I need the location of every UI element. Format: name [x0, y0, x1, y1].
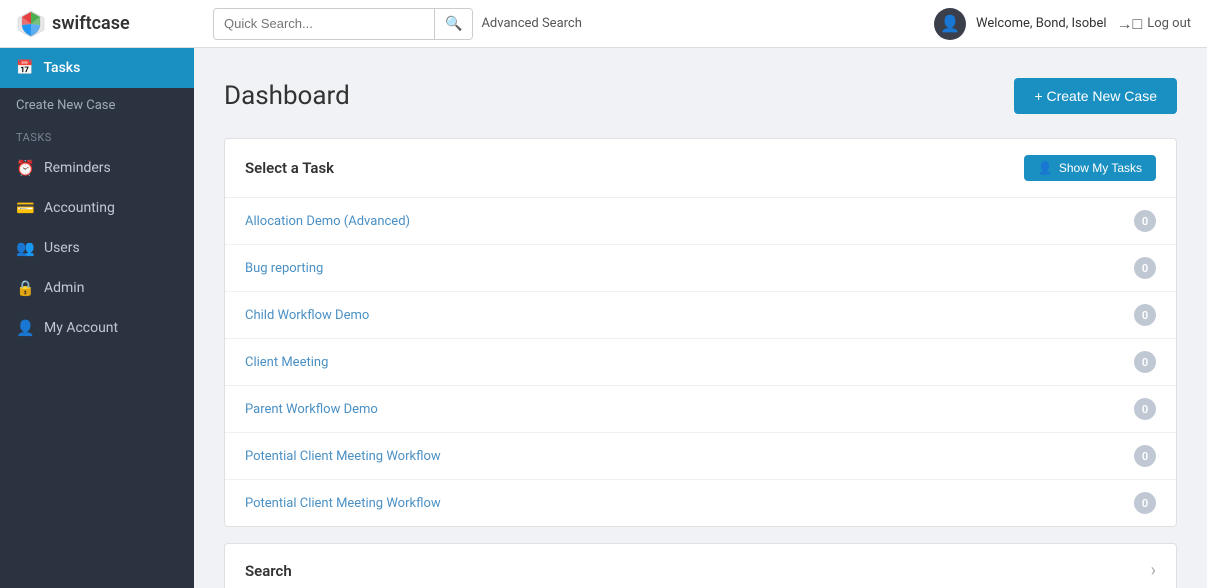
sidebar-tasks-label: Tasks [43, 60, 80, 76]
users-icon: 👥 [16, 239, 34, 257]
sidebar-item-accounting[interactable]: 💳 Accounting [0, 188, 194, 228]
task-row[interactable]: Allocation Demo (Advanced) 0 [225, 198, 1176, 245]
task-name: Allocation Demo (Advanced) [245, 214, 410, 229]
sidebar-tasks-section: Tasks [0, 123, 194, 148]
task-list: Allocation Demo (Advanced) 0 Bug reporti… [225, 198, 1176, 526]
task-count-badge: 0 [1134, 257, 1156, 279]
task-name: Child Workflow Demo [245, 308, 369, 323]
task-count-badge: 0 [1134, 492, 1156, 514]
sidebar-item-my-account[interactable]: 👤 My Account [0, 308, 194, 348]
logo-icon [16, 9, 46, 39]
search-input[interactable] [214, 9, 434, 39]
sidebar-item-tasks-active[interactable]: 📅 Tasks [0, 48, 194, 88]
sidebar-item-users[interactable]: 👥 Users [0, 228, 194, 268]
welcome-text: Welcome, Bond, Isobel [976, 16, 1107, 31]
accounting-icon: 💳 [16, 199, 34, 217]
task-name: Bug reporting [245, 261, 323, 276]
task-name: Parent Workflow Demo [245, 402, 378, 417]
logout-icon: →□ [1117, 14, 1143, 34]
sidebar-users-label: Users [44, 240, 80, 256]
task-count-badge: 0 [1134, 351, 1156, 373]
task-row[interactable]: Bug reporting 0 [225, 245, 1176, 292]
task-row[interactable]: Child Workflow Demo 0 [225, 292, 1176, 339]
task-name: Potential Client Meeting Workflow [245, 496, 441, 511]
advanced-search-link[interactable]: Advanced Search [481, 16, 581, 31]
show-my-tasks-label: Show My Tasks [1059, 161, 1142, 175]
reminders-icon: ⏰ [16, 159, 34, 177]
task-count-badge: 0 [1134, 445, 1156, 467]
task-row[interactable]: Potential Client Meeting Workflow 0 [225, 480, 1176, 526]
search-button[interactable]: 🔍 [434, 9, 472, 39]
logo-area: swiftcase [16, 9, 201, 39]
admin-icon: 🔒 [16, 279, 34, 297]
logout-area[interactable]: →□ Log out [1117, 14, 1191, 34]
sidebar-reminders-label: Reminders [44, 160, 111, 176]
sidebar-item-reminders[interactable]: ⏰ Reminders [0, 148, 194, 188]
app-name: swiftcase [52, 13, 130, 34]
task-row[interactable]: Parent Workflow Demo 0 [225, 386, 1176, 433]
logout-label[interactable]: Log out [1147, 16, 1191, 31]
search-card-row[interactable]: Search › [225, 544, 1176, 588]
task-card-header: Select a Task 👤 Show My Tasks [225, 139, 1176, 198]
task-row[interactable]: Potential Client Meeting Workflow 0 [225, 433, 1176, 480]
task-count-badge: 0 [1134, 304, 1156, 326]
search-card-label: Search [245, 562, 292, 580]
sidebar-create-new-case-link[interactable]: Create New Case [0, 88, 194, 123]
my-account-icon: 👤 [16, 319, 34, 337]
sidebar-accounting-label: Accounting [44, 200, 115, 216]
task-name: Client Meeting [245, 355, 328, 370]
topbar: swiftcase 🔍 Advanced Search 👤 Welcome, B… [0, 0, 1207, 48]
create-new-case-button[interactable]: + Create New Case [1014, 78, 1177, 114]
page-header: Dashboard + Create New Case [224, 78, 1177, 114]
user-area: 👤 Welcome, Bond, Isobel →□ Log out [934, 8, 1191, 40]
task-count-badge: 0 [1134, 398, 1156, 420]
task-name: Potential Client Meeting Workflow [245, 449, 441, 464]
task-count-badge: 0 [1134, 210, 1156, 232]
sidebar-item-admin[interactable]: 🔒 Admin [0, 268, 194, 308]
layout: 📅 Tasks Create New Case Tasks ⏰ Reminder… [0, 48, 1207, 588]
task-row[interactable]: Client Meeting 0 [225, 339, 1176, 386]
avatar: 👤 [934, 8, 966, 40]
sidebar-admin-label: Admin [44, 280, 84, 296]
tasks-icon: 📅 [16, 60, 33, 76]
chevron-right-icon: › [1151, 560, 1156, 581]
task-card: Select a Task 👤 Show My Tasks Allocation… [224, 138, 1177, 527]
page-title: Dashboard [224, 81, 350, 111]
person-icon: 👤 [1038, 161, 1053, 175]
sidebar: 📅 Tasks Create New Case Tasks ⏰ Reminder… [0, 48, 194, 588]
sidebar-my-account-label: My Account [44, 320, 118, 336]
show-my-tasks-button[interactable]: 👤 Show My Tasks [1024, 155, 1156, 181]
search-area: 🔍 Advanced Search [213, 8, 922, 40]
search-box: 🔍 [213, 8, 473, 40]
task-card-title: Select a Task [245, 159, 334, 177]
main-content: Dashboard + Create New Case Select a Tas… [194, 48, 1207, 588]
search-card: Search › [224, 543, 1177, 588]
